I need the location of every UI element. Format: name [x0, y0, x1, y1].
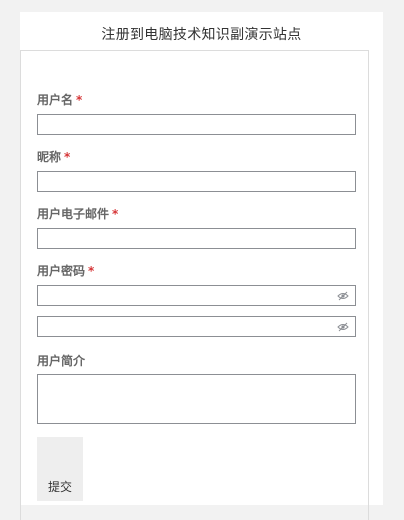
nickname-label: 昵称 * — [37, 148, 70, 165]
password-label-text: 用户密码 — [37, 264, 86, 278]
required-mark: * — [76, 93, 83, 107]
page: 注册到电脑技术知识副演示站点 用户名 * 昵称 * 用户电子邮件 * 用户密码 * — [0, 0, 404, 520]
page-title: 注册到电脑技术知识副演示站点 — [101, 27, 302, 43]
email-label: 用户电子邮件 * — [37, 205, 118, 222]
required-mark: * — [88, 264, 95, 278]
nickname-label-text: 昵称 — [37, 150, 62, 164]
password-confirm-field[interactable] — [37, 316, 356, 337]
email-field[interactable] — [37, 228, 356, 249]
username-label: 用户名 * — [37, 91, 82, 108]
password-label: 用户密码 * — [37, 262, 94, 279]
bio-label-text: 用户简介 — [37, 354, 86, 368]
required-mark: * — [112, 207, 119, 221]
username-field[interactable] — [37, 114, 356, 135]
eye-slash-icon[interactable] — [337, 291, 349, 301]
required-mark: * — [64, 150, 71, 164]
email-label-text: 用户电子邮件 — [37, 207, 110, 221]
bio-textarea[interactable] — [37, 374, 356, 424]
eye-slash-icon[interactable] — [337, 322, 349, 332]
registration-form: 用户名 * 昵称 * 用户电子邮件 * 用户密码 * 用户简介 提交 — [20, 50, 369, 520]
nickname-field[interactable] — [37, 171, 356, 192]
bio-label: 用户简介 — [37, 352, 85, 369]
username-label-text: 用户名 — [37, 93, 74, 107]
submit-button[interactable]: 提交 — [37, 437, 83, 501]
registration-card: 注册到电脑技术知识副演示站点 用户名 * 昵称 * 用户电子邮件 * 用户密码 * — [20, 12, 383, 520]
password-field[interactable] — [37, 285, 356, 306]
